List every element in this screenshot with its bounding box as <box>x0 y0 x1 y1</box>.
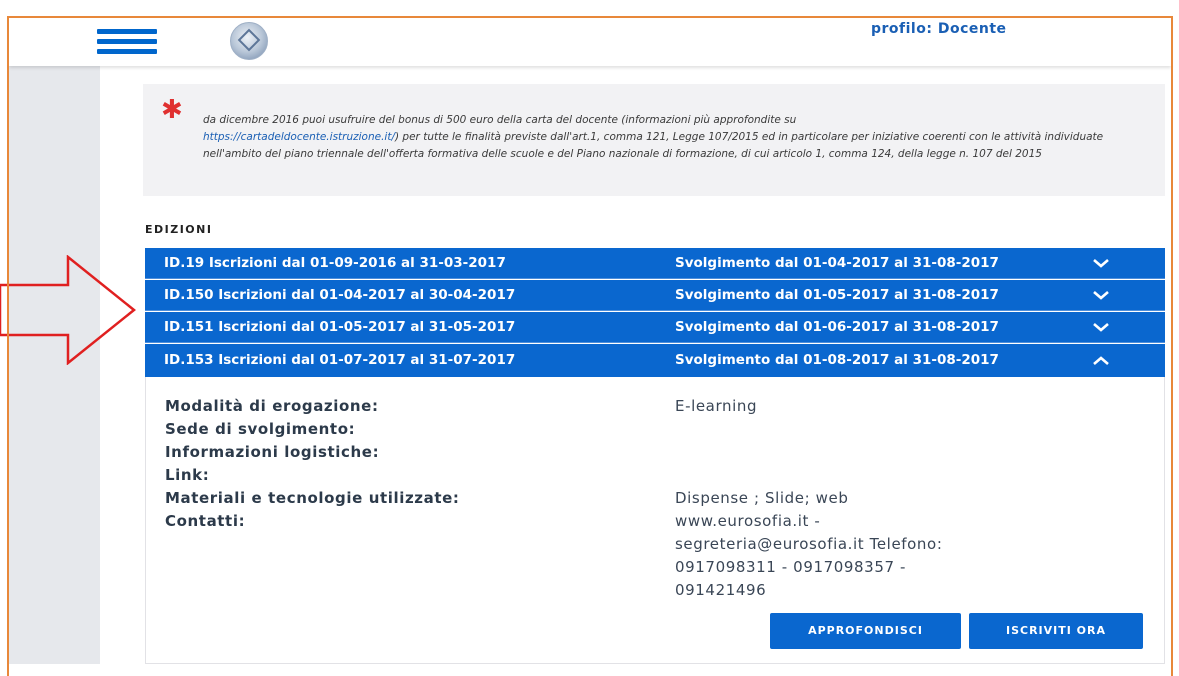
value-contatti-line: www.eurosofia.it - <box>675 512 821 530</box>
chevron-up-icon[interactable] <box>1092 344 1110 377</box>
top-bar: profilo: Docente <box>9 18 1171 66</box>
bonus-note: ✱ da dicembre 2016 puoi usufruire del bo… <box>143 84 1165 196</box>
label-link: Link: <box>165 466 210 484</box>
label-sede: Sede di svolgimento: <box>165 420 356 438</box>
edition-row-expanded[interactable]: ID.153 Iscrizioni dal 01-07-2017 al 31-0… <box>145 344 1165 377</box>
edition-details-panel: Modalità di erogazione: Sede di svolgime… <box>145 377 1165 664</box>
edition-enrollment: ID.150 Iscrizioni dal 01-04-2017 al 30-0… <box>164 287 516 303</box>
chevron-down-icon[interactable] <box>1092 280 1110 310</box>
edition-enrollment: ID.151 Iscrizioni dal 01-05-2017 al 31-0… <box>164 319 516 335</box>
annotation-arrow-icon <box>0 255 136 365</box>
value-contatti-line: 0917098311 - 0917098357 - <box>675 558 906 576</box>
hamburger-menu-icon[interactable] <box>97 29 157 55</box>
iscriviti-ora-button[interactable]: ISCRIVITI ORA <box>969 613 1143 649</box>
chevron-down-icon[interactable] <box>1092 312 1110 342</box>
label-contatti: Contatti: <box>165 512 246 530</box>
section-title-edizioni: EDIZIONI <box>145 223 213 236</box>
edition-enrollment: ID.19 Iscrizioni dal 01-09-2016 al 31-03… <box>164 255 506 271</box>
label-info-logistiche: Informazioni logistiche: <box>165 443 380 461</box>
edition-schedule: Svolgimento dal 01-05-2017 al 31-08-2017 <box>675 287 999 303</box>
profile-label: profilo: Docente <box>871 21 1007 37</box>
label-materiali: Materiali e tecnologie utilizzate: <box>165 489 460 507</box>
value-materiali: Dispense ; Slide; web <box>675 489 849 507</box>
value-contatti-line: 091421496 <box>675 581 767 599</box>
carta-docente-link[interactable]: https://cartadeldocente.istruzione.it/ <box>203 131 395 143</box>
edition-row[interactable]: ID.151 Iscrizioni dal 01-05-2017 al 31-0… <box>145 312 1165 343</box>
asterisk-icon: ✱ <box>161 95 183 125</box>
label-modalita: Modalità di erogazione: <box>165 397 379 415</box>
edition-row[interactable]: ID.19 Iscrizioni dal 01-09-2016 al 31-03… <box>145 248 1165 279</box>
left-sidebar <box>9 66 100 664</box>
edition-enrollment: ID.153 Iscrizioni dal 01-07-2017 al 31-0… <box>164 352 516 368</box>
value-contatti-line: segreteria@eurosofia.it Telefono: <box>675 535 943 553</box>
edition-schedule: Svolgimento dal 01-08-2017 al 31-08-2017 <box>675 352 999 368</box>
chevron-down-icon[interactable] <box>1092 248 1110 278</box>
edition-schedule: Svolgimento dal 01-04-2017 al 31-08-2017 <box>675 255 999 271</box>
republic-emblem-icon <box>230 22 268 60</box>
value-modalita: E-learning <box>675 397 758 415</box>
details-values: E-learning Dispense ; Slide; web www.eur… <box>675 395 1075 602</box>
details-labels: Modalità di erogazione: Sede di svolgime… <box>165 395 460 533</box>
edition-row[interactable]: ID.150 Iscrizioni dal 01-04-2017 al 30-0… <box>145 280 1165 311</box>
approfondisci-button[interactable]: APPROFONDISCI <box>770 613 961 649</box>
edition-schedule: Svolgimento dal 01-06-2017 al 31-08-2017 <box>675 319 999 335</box>
note-text-before: da dicembre 2016 puoi usufruire del bonu… <box>203 114 797 126</box>
